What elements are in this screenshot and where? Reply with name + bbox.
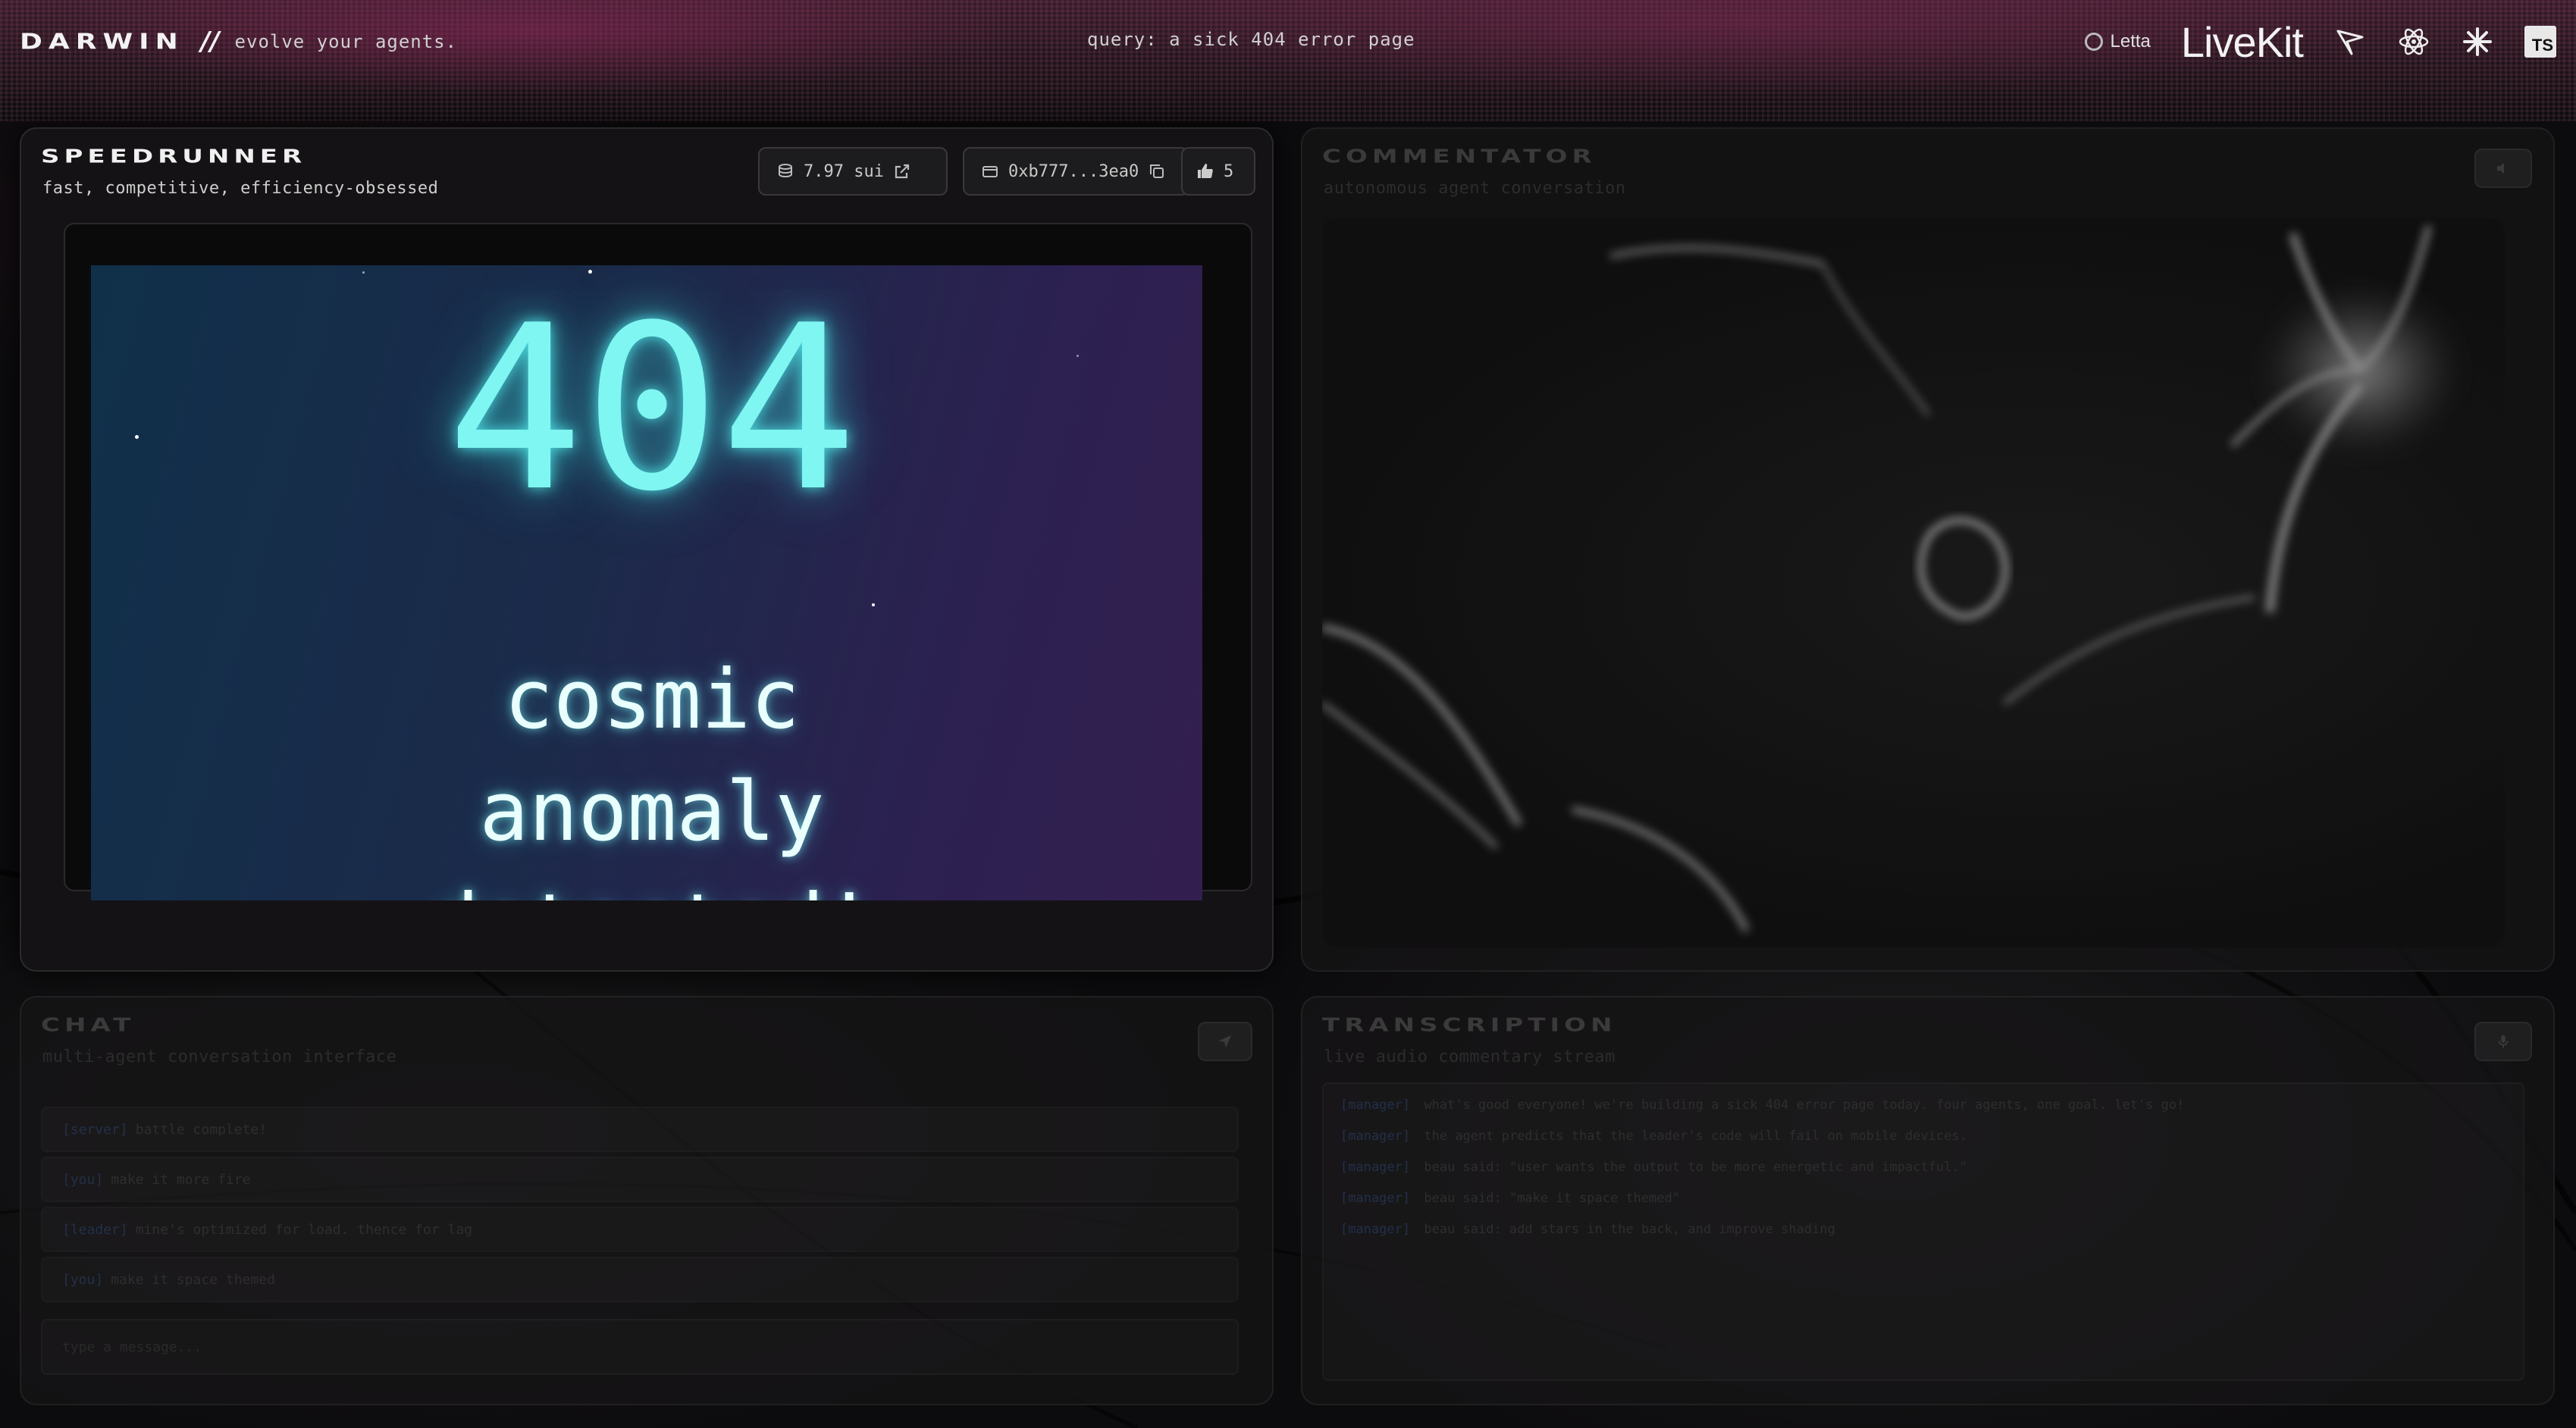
star	[362, 271, 365, 274]
chat-message: [you] make it more fire	[41, 1157, 1239, 1202]
sparkle-icon[interactable]	[2461, 25, 2494, 58]
chat-subtitle: multi-agent conversation interface	[42, 1048, 397, 1066]
transcription-mic-button[interactable]	[2474, 1022, 2532, 1061]
chat-message: [server] battle complete!	[41, 1107, 1239, 1152]
brand-logo[interactable]: DARWIN	[20, 30, 184, 54]
transcription-text: what's good everyone! we're building a s…	[1424, 1098, 2185, 1113]
like-button[interactable]: 5	[1181, 147, 1255, 196]
star	[1076, 355, 1079, 357]
commentator-visualizer	[1322, 218, 2505, 947]
error-code-404: 404	[447, 277, 857, 541]
send-icon	[1218, 1035, 1232, 1048]
transcription-line: [manager] beau said: "make it space them…	[1340, 1191, 2506, 1222]
sponsor-logos: Letta LiveKit TS	[2084, 15, 2556, 68]
wallet-icon	[982, 166, 998, 177]
wallet-address: 0xb777...3ea0	[1008, 161, 1139, 181]
error-message-line-2: detected!	[375, 869, 929, 900]
transcription-speaker: [manager]	[1340, 1098, 1411, 1113]
transcription-line: [manager] the agent predicts that the le…	[1340, 1129, 2506, 1160]
chat-text: mine's optimized for load. thence for la…	[135, 1221, 473, 1238]
balance-chip[interactable]: 7.97 sui	[758, 147, 948, 196]
commentator-audio-button[interactable]	[2474, 149, 2532, 188]
chat-sender: [you]	[62, 1271, 104, 1288]
transcription-line: [manager] what's good everyone! we're bu…	[1340, 1098, 2506, 1129]
chat-message: [leader] mine's optimized for load. then…	[41, 1207, 1239, 1252]
star	[135, 435, 139, 439]
transcription-log: [manager] what's good everyone! we're bu…	[1322, 1082, 2524, 1381]
star	[588, 270, 592, 274]
wallet-chip[interactable]: 0xb777...3ea0	[963, 147, 1189, 196]
chat-sender: [leader]	[62, 1221, 128, 1238]
error-message-line-1: cosmic anomaly	[479, 653, 825, 860]
chat-text: battle complete!	[135, 1121, 268, 1138]
react-atom-icon[interactable]	[2397, 25, 2430, 58]
error-message: cosmic anomaly detected!	[375, 644, 929, 900]
letta-label: Letta	[2110, 31, 2151, 52]
transcription-speaker: [manager]	[1340, 1222, 1411, 1237]
speedrunner-subtitle: fast, competitive, efficiency-obsessed	[42, 179, 439, 198]
letta-logo[interactable]: Letta	[2084, 31, 2151, 52]
chat-message-list: [server] battle complete! [you] make it …	[41, 1107, 1239, 1307]
transcription-subtitle: live audio commentary stream	[1324, 1048, 1615, 1066]
send-arrow-icon[interactable]	[2333, 25, 2367, 58]
chat-text: make it more fire	[111, 1171, 251, 1188]
letta-icon	[2084, 33, 2103, 51]
plasma-visual	[1322, 224, 2459, 932]
transcription-line: [manager] beau said: add stars in the ba…	[1340, 1222, 2506, 1253]
balance-value: 7.97 sui	[804, 161, 884, 181]
thumbs-up-icon	[1198, 164, 1213, 178]
commentator-title: COMMENTATOR	[1322, 146, 1597, 168]
transcription-speaker: [manager]	[1340, 1160, 1411, 1175]
typescript-icon[interactable]: TS	[2524, 26, 2556, 58]
chat-title: CHAT	[41, 1014, 136, 1036]
copy-icon	[1150, 164, 1164, 178]
external-link-icon	[895, 164, 910, 179]
transcription-text: beau said: "make it space themed"	[1424, 1191, 1681, 1206]
transcription-line: [manager] beau said: "user wants the out…	[1340, 1160, 2506, 1191]
transcription-text: beau said: add stars in the back, and im…	[1424, 1222, 1835, 1237]
chat-send-button[interactable]	[1198, 1022, 1252, 1061]
brand-separator: //	[200, 27, 220, 57]
transcription-title: TRANSCRIPTION	[1322, 1014, 1617, 1036]
chat-input[interactable]: type a message...	[41, 1319, 1239, 1375]
livekit-logo[interactable]: LiveKit	[2181, 17, 2304, 67]
star	[872, 603, 875, 606]
transcription-speaker: [manager]	[1340, 1191, 1411, 1206]
speedrunner-title: SPEEDRUNNER	[41, 146, 307, 168]
chat-message: [you] make it space themed	[41, 1257, 1239, 1302]
transcription-speaker: [manager]	[1340, 1129, 1411, 1144]
brand-tagline: evolve your agents.	[234, 31, 458, 52]
chat-sender: [server]	[62, 1121, 128, 1138]
coins-icon	[779, 164, 792, 178]
preview-screen[interactable]: 404 cosmic anomaly detected!	[91, 265, 1202, 900]
like-count: 5	[1224, 161, 1234, 181]
transcription-text: the agent predicts that the leader's cod…	[1424, 1129, 1967, 1144]
microphone-icon	[2498, 1035, 2509, 1048]
speaker-icon	[2497, 163, 2504, 174]
chat-sender: [you]	[62, 1171, 104, 1188]
chat-text: make it space themed	[111, 1271, 275, 1288]
commentator-subtitle: autonomous agent conversation	[1324, 179, 1626, 198]
transcription-text: beau said: "user wants the output to be …	[1424, 1160, 1967, 1175]
query-text: query: a sick 404 error page	[1087, 29, 1415, 50]
